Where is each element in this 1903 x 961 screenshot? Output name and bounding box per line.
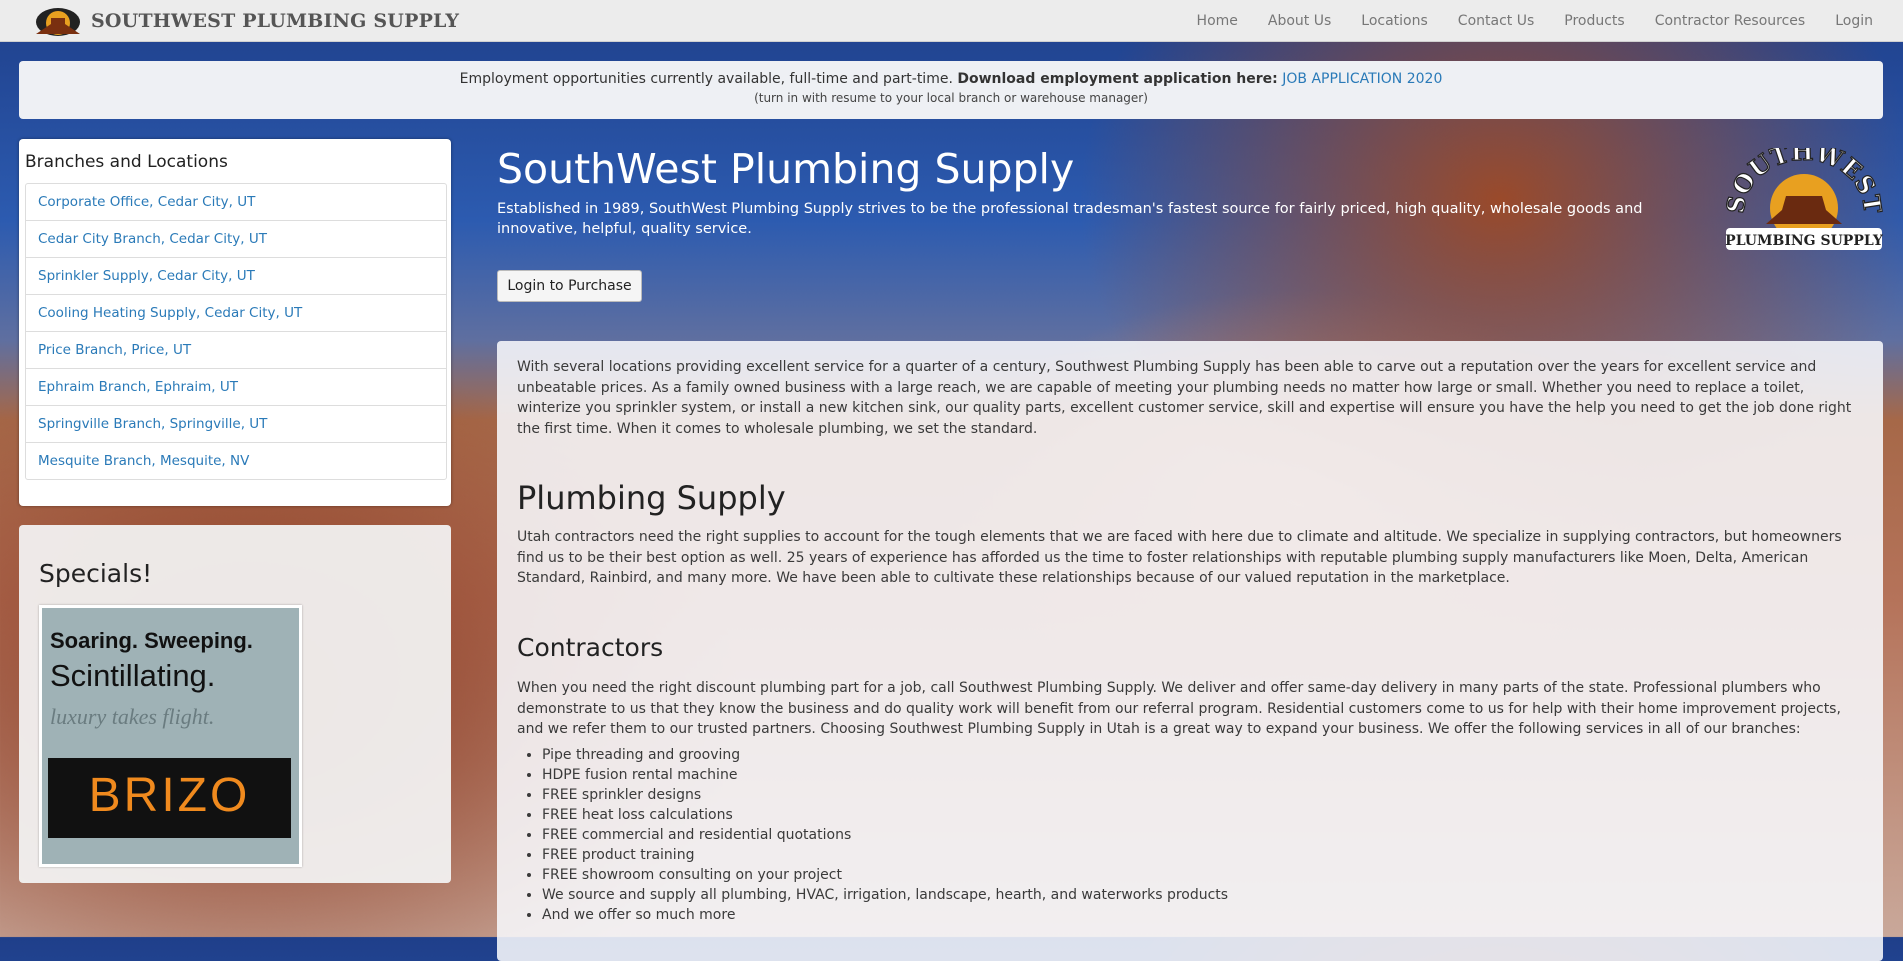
service-item: FREE product training: [542, 845, 1228, 865]
branch-link-cooling-heating[interactable]: Cooling Heating Supply, Cedar City, UT: [26, 295, 446, 332]
branches-title: Branches and Locations: [25, 152, 228, 172]
job-application-link[interactable]: JOB APPLICATION 2020: [1282, 71, 1442, 87]
download-label: Download employment application here:: [957, 71, 1278, 87]
employment-text: Employment opportunities currently avail…: [459, 71, 953, 87]
top-navbar: SOUTHWEST PLUMBING SUPPLY Home About Us …: [0, 0, 1903, 42]
plumbing-supply-paragraph: Utah contractors need the right supplies…: [517, 529, 1842, 586]
employment-banner: Employment opportunities currently avail…: [19, 61, 1883, 119]
service-item: FREE showroom consulting on your project: [542, 865, 1228, 885]
service-item: FREE commercial and residential quotatio…: [542, 825, 1228, 845]
hero-description: Established in 1989, SouthWest Plumbing …: [497, 201, 1643, 237]
ad-brand-logo: BRIZO: [88, 769, 251, 822]
branch-link-ephraim[interactable]: Ephraim Branch, Ephraim, UT: [26, 369, 446, 406]
nav-products[interactable]: Products: [1564, 13, 1624, 29]
branches-panel: Branches and Locations Corporate Office,…: [19, 139, 451, 506]
ad-headline: Soaring. Sweeping.: [50, 628, 253, 653]
southwest-logo-badge: SOUTHWEST PLUMBING SUPPLY: [1722, 148, 1886, 250]
service-item: HDPE fusion rental machine: [542, 765, 1228, 785]
brizo-ad-banner[interactable]: Soaring. Sweeping. Scintillating. luxury…: [39, 605, 302, 867]
ad-subheadline: Scintillating.: [50, 658, 216, 693]
nav-login[interactable]: Login: [1835, 13, 1873, 29]
branch-link-cedar-city[interactable]: Cedar City Branch, Cedar City, UT: [26, 221, 446, 258]
nav-about-us[interactable]: About Us: [1268, 13, 1331, 29]
main-nav: Home About Us Locations Contact Us Produ…: [1167, 0, 1873, 41]
services-list: Pipe threading and grooving HDPE fusion …: [517, 745, 1228, 925]
contractors-paragraph: When you need the right discount plumbin…: [517, 680, 1841, 737]
service-item: Pipe threading and grooving: [542, 745, 1228, 765]
specials-title: Specials!: [39, 559, 153, 588]
service-item: We source and supply all plumbing, HVAC,…: [542, 885, 1228, 905]
branch-link-price[interactable]: Price Branch, Price, UT: [26, 332, 446, 369]
service-item: FREE heat loss calculations: [542, 805, 1228, 825]
brand-name: SOUTHWEST PLUMBING SUPPLY: [91, 10, 460, 32]
specials-panel: Specials! Soaring. Sweeping. Scintillati…: [19, 525, 451, 883]
employment-notice: Employment opportunities currently avail…: [19, 71, 1883, 87]
branch-link-sprinkler-supply[interactable]: Sprinkler Supply, Cedar City, UT: [26, 258, 446, 295]
plumbing-supply-heading: Plumbing Supply: [517, 479, 786, 517]
nav-locations[interactable]: Locations: [1361, 13, 1428, 29]
intro-paragraph: With several locations providing excelle…: [517, 359, 1852, 437]
branch-link-mesquite[interactable]: Mesquite Branch, Mesquite, NV: [26, 443, 446, 479]
contractors-heading: Contractors: [517, 633, 664, 662]
branch-link-corporate-office[interactable]: Corporate Office, Cedar City, UT: [26, 184, 446, 221]
service-item: FREE sprinkler designs: [542, 785, 1228, 805]
branch-list: Corporate Office, Cedar City, UT Cedar C…: [25, 183, 447, 480]
branch-link-springville[interactable]: Springville Branch, Springville, UT: [26, 406, 446, 443]
brand-home-link[interactable]: SOUTHWEST PLUMBING SUPPLY: [33, 6, 459, 36]
service-item: And we offer so much more: [542, 905, 1228, 925]
mesa-logo-icon: [36, 8, 80, 36]
main-content-panel: With several locations providing excelle…: [497, 341, 1883, 961]
nav-home[interactable]: Home: [1197, 13, 1238, 29]
hero-title: SouthWest Plumbing Supply: [497, 145, 1075, 193]
login-to-purchase-button[interactable]: Login to Purchase: [497, 270, 642, 302]
ad-brand-box: BRIZO: [48, 758, 291, 838]
nav-contractor-resources[interactable]: Contractor Resources: [1655, 13, 1806, 29]
employment-note: (turn in with resume to your local branc…: [754, 91, 1148, 105]
logo-bottom-text: PLUMBING SUPPLY: [1725, 233, 1884, 249]
ad-tagline: luxury takes flight.: [50, 704, 215, 729]
nav-contact-us[interactable]: Contact Us: [1458, 13, 1534, 29]
